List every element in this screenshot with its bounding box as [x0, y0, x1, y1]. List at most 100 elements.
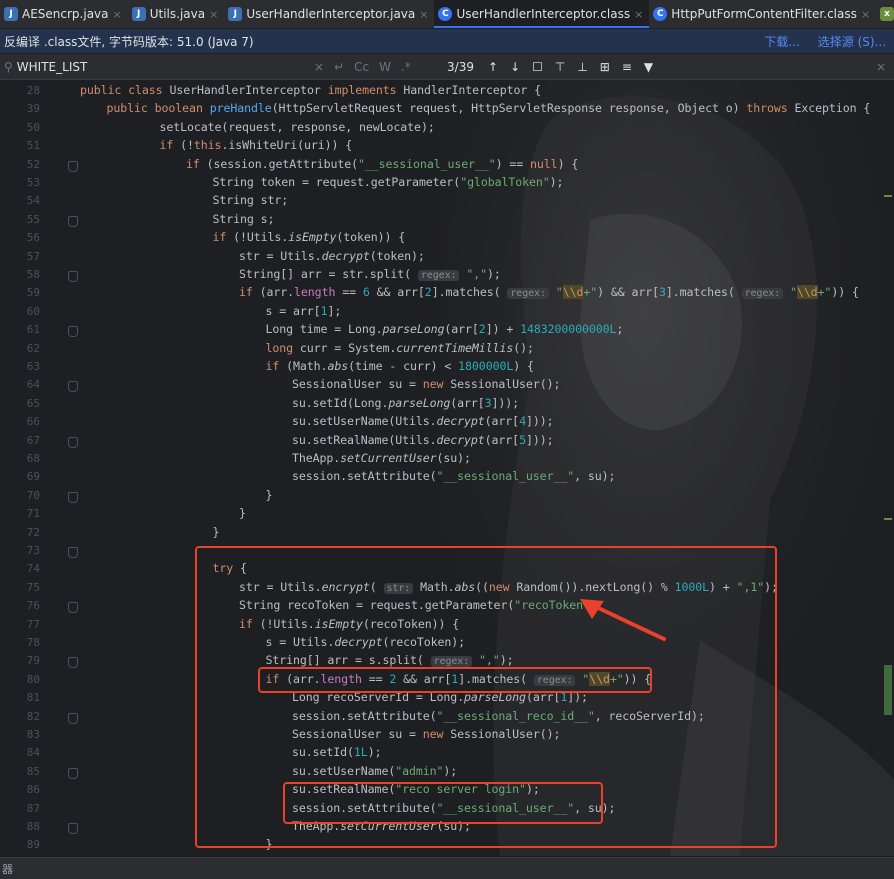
close-tab-icon[interactable]: ×	[209, 8, 218, 21]
line-number: 84	[26, 746, 40, 760]
close-tab-icon[interactable]: ×	[419, 8, 428, 21]
code-line[interactable]: s = arr[1];	[266, 304, 342, 318]
whole-word-toggle[interactable]: W	[379, 60, 391, 74]
line-number: 79	[26, 654, 40, 668]
add-occurrence-icon[interactable]: ⊤	[555, 60, 565, 74]
prev-match-icon[interactable]: ↑	[488, 60, 498, 74]
fold-marker-icon[interactable]	[68, 215, 78, 227]
fold-marker-icon[interactable]	[68, 271, 78, 282]
match-case-toggle[interactable]: Cc	[354, 60, 369, 74]
line-number-gutter: 28 39 50 51 52 53 54 55 56 57 58 59 60 61 62 63 64 65 66 67…	[0, 80, 78, 856]
select-all-icon[interactable]: ☐	[532, 60, 543, 74]
close-tab-icon[interactable]: ×	[634, 8, 643, 21]
code-line[interactable]: }	[239, 506, 246, 520]
fold-marker-icon[interactable]	[68, 712, 78, 724]
code-line[interactable]: session.setAttribute("__sessional_user__…	[292, 469, 615, 483]
java-file-icon: J	[228, 7, 243, 21]
close-query-icon[interactable]: ×	[314, 60, 324, 74]
tab-label: Utils.java	[149, 7, 206, 21]
code-line[interactable]: su.setRealName(Utils.decrypt(arr[5]));	[292, 433, 554, 447]
line-number: 81	[26, 691, 40, 705]
fold-marker-icon[interactable]	[68, 602, 78, 614]
tab-1[interactable]: J Utils.java ×	[128, 0, 225, 28]
close-find-icon[interactable]: ×	[876, 60, 894, 74]
line-number: 77	[26, 617, 40, 631]
close-tab-icon[interactable]: ×	[113, 8, 122, 21]
fold-marker-icon[interactable]	[68, 767, 78, 779]
tab-label: AESencrp.java	[22, 7, 109, 21]
regex-toggle[interactable]: .*	[401, 60, 411, 74]
code-line[interactable]: long curr = System.currentTimeMillis();	[266, 341, 534, 355]
line-number: 72	[26, 525, 40, 539]
find-query-field[interactable]: ⚲ WHITE_LIST	[0, 60, 314, 74]
editor-tab-bar: J AESencrp.java × J Utils.java × J UserHandlerI…	[0, 0, 894, 29]
fold-marker-icon[interactable]	[68, 326, 78, 338]
code-line[interactable]: if (session.getAttribute("__sessional_us…	[186, 157, 578, 171]
newline-icon[interactable]: ↵	[334, 60, 344, 74]
remove-occurrence-icon[interactable]: ⊥	[577, 60, 587, 74]
line-number: 86	[26, 783, 40, 797]
download-link[interactable]: 下载...	[764, 33, 799, 50]
line-number: 73	[26, 544, 40, 557]
annotation-arrow	[580, 599, 666, 641]
java-file-icon: J	[131, 7, 146, 21]
code-line[interactable]: if (!this.isWhiteUri(uri)) {	[160, 138, 353, 152]
line-number: 83	[26, 728, 40, 741]
scrollbar-markers[interactable]	[882, 80, 894, 856]
line-number: 58	[26, 268, 40, 281]
fold-marker-icon[interactable]	[68, 160, 78, 172]
fold-marker-icon[interactable]	[68, 491, 78, 503]
line-number: 70	[26, 488, 40, 502]
code-line[interactable]: String[] arr = str.split( regex: ",");	[239, 267, 501, 281]
code-line[interactable]: String s;	[213, 212, 275, 226]
tab-0[interactable]: J AESencrp.java ×	[0, 0, 128, 28]
choose-source-link[interactable]: 选择源 (S)...	[818, 33, 886, 50]
code-editor[interactable]: 28 39 50 51 52 53 54 55 56 57 58 59 60 61 62 63 64 65 66 67…	[0, 80, 894, 856]
tab-2[interactable]: J UserHandlerInterceptor.java ×	[224, 0, 434, 28]
line-number: 87	[26, 801, 40, 815]
line-number: 55	[26, 212, 40, 226]
code-line[interactable]: }	[213, 525, 220, 539]
tab-3[interactable]: C UserHandlerInterceptor.class ×	[434, 0, 650, 28]
code-line[interactable]: SessionalUser su = new SessionalUser();	[292, 377, 560, 391]
tab-4[interactable]: C HttpPutFormContentFilter.class ×	[649, 0, 876, 28]
tab-5[interactable]: xweb.xml×	[876, 0, 894, 28]
tab-label: UserHandlerInterceptor.class	[456, 7, 631, 21]
code-line[interactable]: if (!Utils.isEmpty(token)) {	[213, 230, 406, 244]
select-occurrences-icon[interactable]: ⊞	[600, 60, 610, 74]
line-number: 65	[26, 396, 40, 410]
code-line[interactable]: str = Utils.decrypt(token);	[239, 249, 425, 263]
code-line[interactable]: public class UserHandlerInterceptor impl…	[80, 83, 541, 97]
fold-marker-icon[interactable]	[68, 823, 78, 834]
line-number: 69	[26, 470, 40, 484]
in-selection-icon[interactable]: ≡	[622, 60, 632, 74]
fold-marker-icon[interactable]	[68, 436, 78, 448]
decompiled-notice-banner: 反编译 .class文件, 字节码版本: 51.0 (Java 7) 下载...…	[0, 29, 894, 53]
code-line[interactable]: String str;	[213, 193, 289, 207]
close-tab-icon[interactable]: ×	[861, 8, 870, 21]
highlight-box-session-user	[283, 782, 603, 824]
tab-label: UserHandlerInterceptor.java	[246, 7, 416, 21]
status-text: 器	[2, 862, 13, 876]
code-line[interactable]: }	[266, 488, 273, 502]
code-line[interactable]: setLocate(request, response, newLocate);	[160, 120, 435, 134]
code-line[interactable]: su.setId(Long.parseLong(arr[3]));	[292, 396, 519, 410]
fold-marker-icon[interactable]	[68, 547, 78, 558]
xml-file-icon: x	[880, 7, 894, 21]
code-line[interactable]: Long time = Long.parseLong(arr[2]) + 148…	[266, 322, 624, 336]
code-line[interactable]: if (Math.abs(time - curr) < 1800000L) {	[266, 359, 534, 373]
line-number: 89	[26, 838, 40, 852]
code-line[interactable]: TheApp.setCurrentUser(su);	[292, 451, 471, 465]
next-match-icon[interactable]: ↓	[510, 60, 520, 74]
find-query-text[interactable]: WHITE_LIST	[17, 60, 88, 74]
fold-marker-icon[interactable]	[68, 381, 78, 393]
code-line[interactable]: public boolean preHandle(HttpServletRequ…	[107, 101, 871, 115]
line-number: 54	[26, 194, 40, 208]
code-line[interactable]: String token = request.getParameter("glo…	[213, 175, 564, 189]
line-number: 76	[26, 599, 40, 613]
filter-icon[interactable]: ▼	[644, 60, 653, 74]
line-number: 67	[26, 433, 40, 447]
fold-marker-icon[interactable]	[68, 657, 78, 669]
code-line[interactable]: if (arr.length == 6 && arr[2].matches( r…	[239, 285, 859, 300]
code-line[interactable]: su.setUserName(Utils.decrypt(arr[4]));	[292, 414, 554, 428]
